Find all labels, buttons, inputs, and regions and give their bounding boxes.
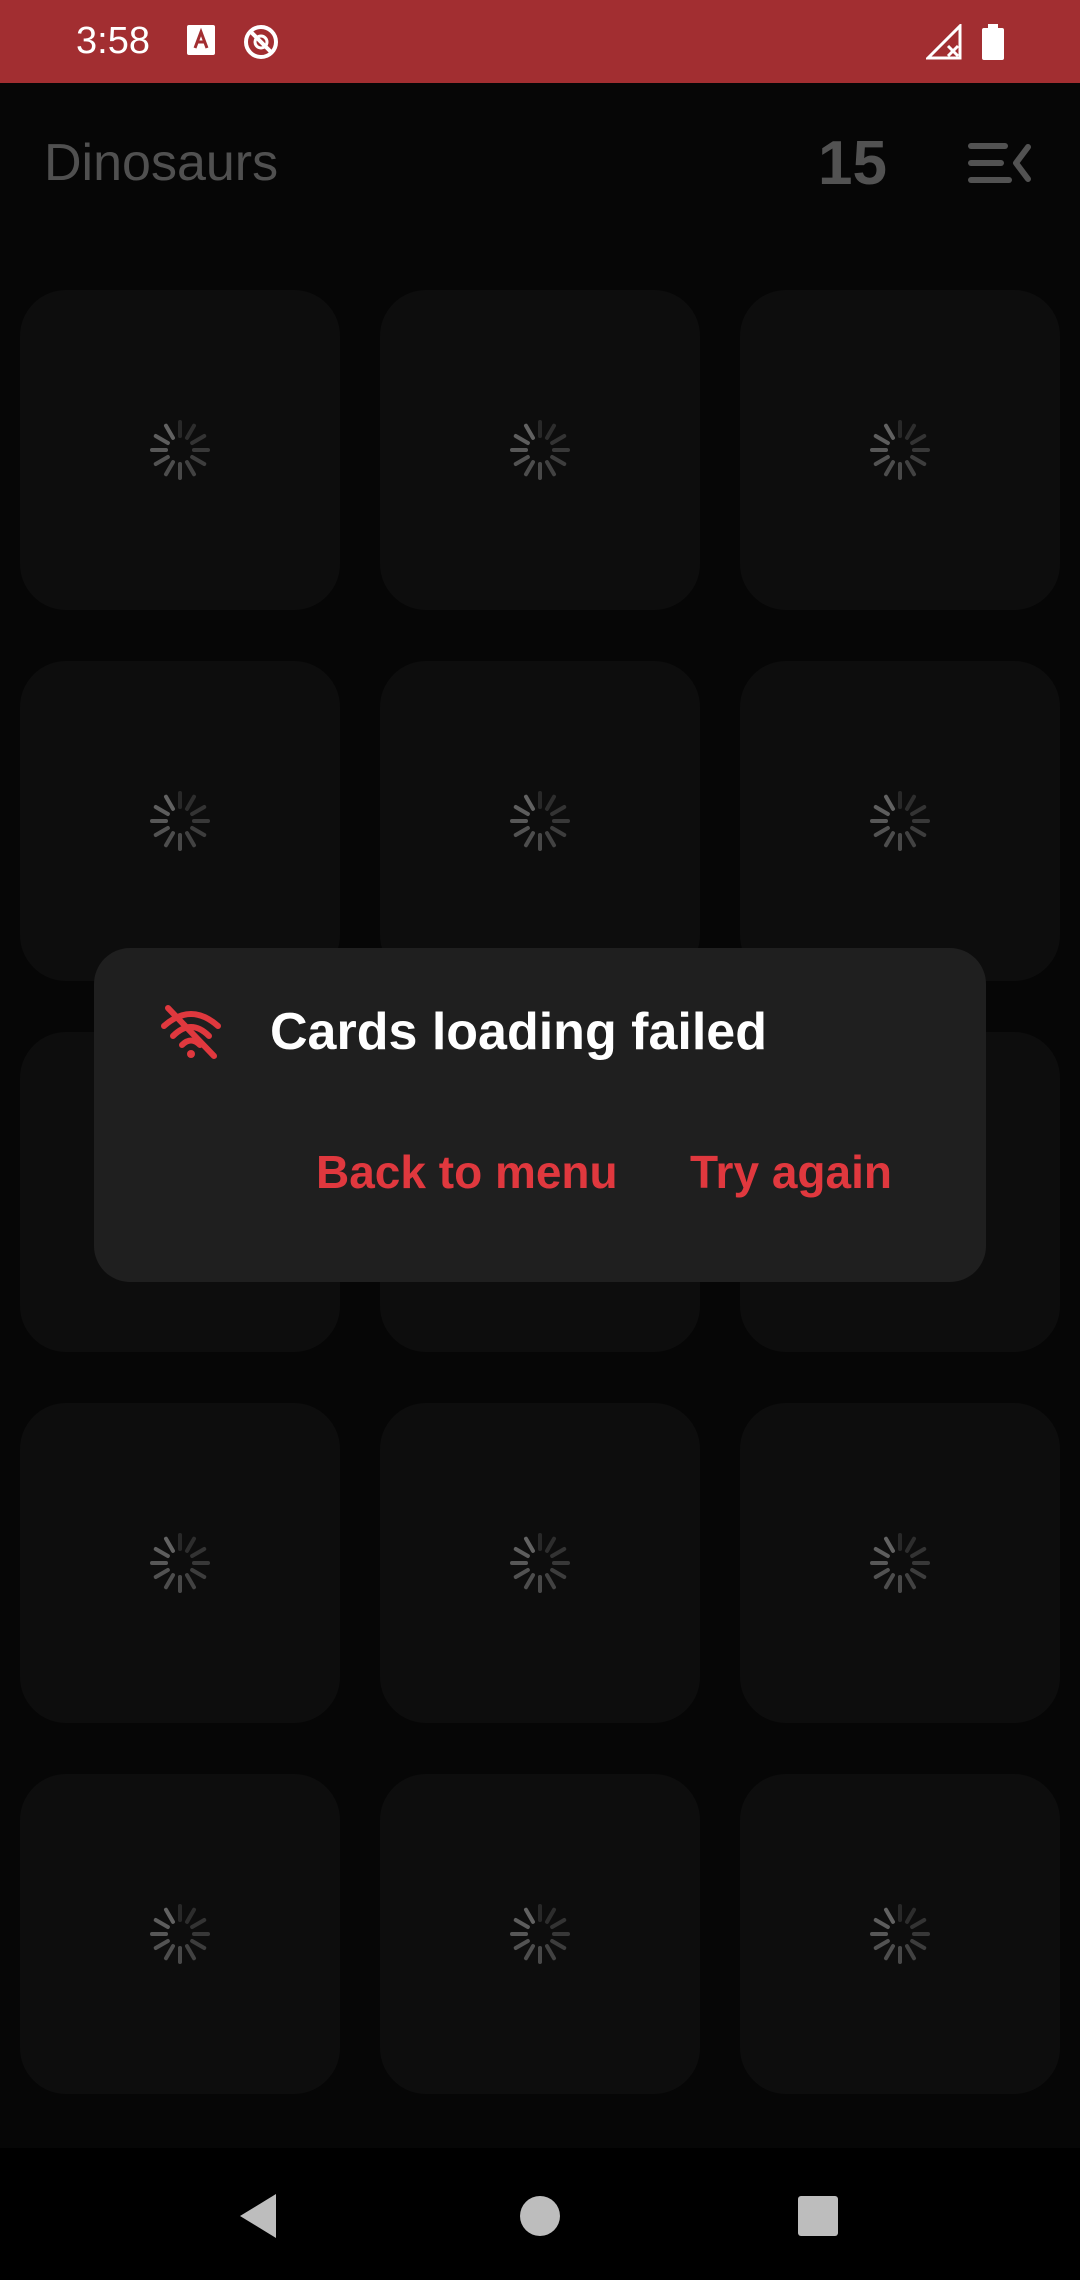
battery-icon — [982, 24, 1004, 60]
status-time: 3:58 — [76, 20, 150, 62]
back-to-menu-button[interactable]: Back to menu — [316, 1144, 618, 1200]
no-disturb-icon — [244, 25, 278, 59]
cellular-signal-icon — [926, 24, 962, 60]
try-again-button[interactable]: Try again — [690, 1144, 892, 1200]
wifi-off-icon — [161, 1005, 221, 1059]
home-icon[interactable] — [518, 2194, 562, 2238]
back-icon[interactable] — [236, 2192, 280, 2240]
recents-icon[interactable] — [798, 2196, 838, 2236]
dialog-title: Cards loading failed — [270, 1003, 767, 1061]
status-bar: 3:58 — [0, 0, 1080, 83]
text-recognition-icon — [187, 25, 215, 55]
error-dialog: Cards loading failed Back to menu Try ag… — [94, 948, 986, 1282]
navigation-bar — [0, 2148, 1080, 2280]
